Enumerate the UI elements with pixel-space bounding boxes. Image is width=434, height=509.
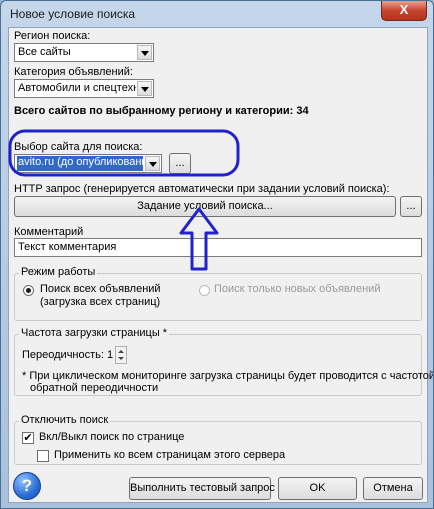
annotation-overlay (8, 129, 240, 271)
highlight-oval (8, 129, 240, 177)
dialog-window: Новое условие поиска X Регион поиска: Вс… (0, 0, 434, 509)
arrow-up-annotation-icon (179, 207, 219, 271)
